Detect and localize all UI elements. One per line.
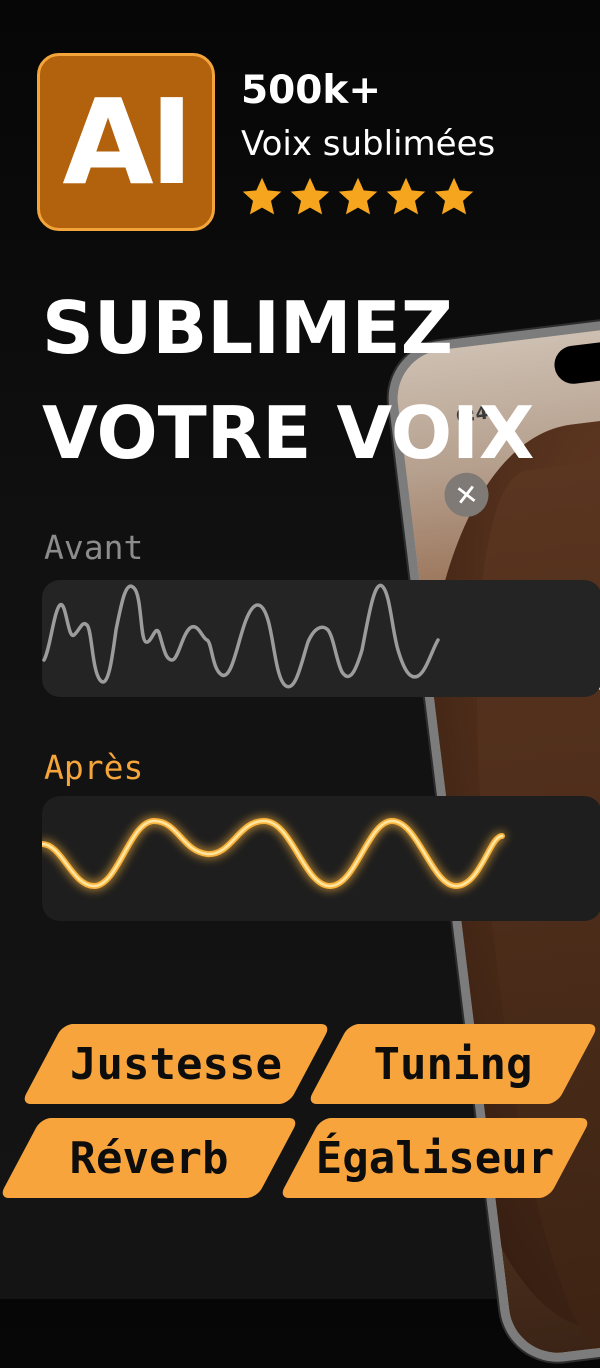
star-icon [338,177,378,215]
headline-line-2: VOTRE VOIX [42,391,535,475]
feature-chip-tuning: Tuning [306,1024,600,1104]
star-icon [434,177,474,215]
ai-badge: AI [37,53,215,231]
feature-label: Réverb [69,1132,229,1184]
ai-badge-text: AI [62,73,193,211]
headline-line-1: SUBLIMEZ [42,286,453,370]
user-count: 500k+ [241,68,382,113]
feature-chip-egaliseur: Égaliseur [278,1118,592,1198]
before-waveform [42,583,440,689]
before-label: Avant [44,528,144,567]
feature-chip-reverb: Réverb [0,1118,300,1198]
after-waveform-panel [42,796,600,921]
feature-label: Tuning [373,1038,533,1090]
headline: SUBLIMEZ VOTRE VOIX [42,276,534,486]
after-waveform [42,817,505,890]
feature-label: Justesse [70,1038,282,1090]
star-icon [386,177,426,215]
feature-label: Égaliseur [315,1132,555,1184]
star-icon [290,177,330,215]
before-waveform-panel [42,580,600,697]
user-count-label: Voix sublimées [241,124,496,164]
after-label: Après [44,748,144,787]
feature-chip-justesse: Justesse [20,1024,332,1104]
rating-stars [240,175,476,219]
star-icon [242,177,282,215]
